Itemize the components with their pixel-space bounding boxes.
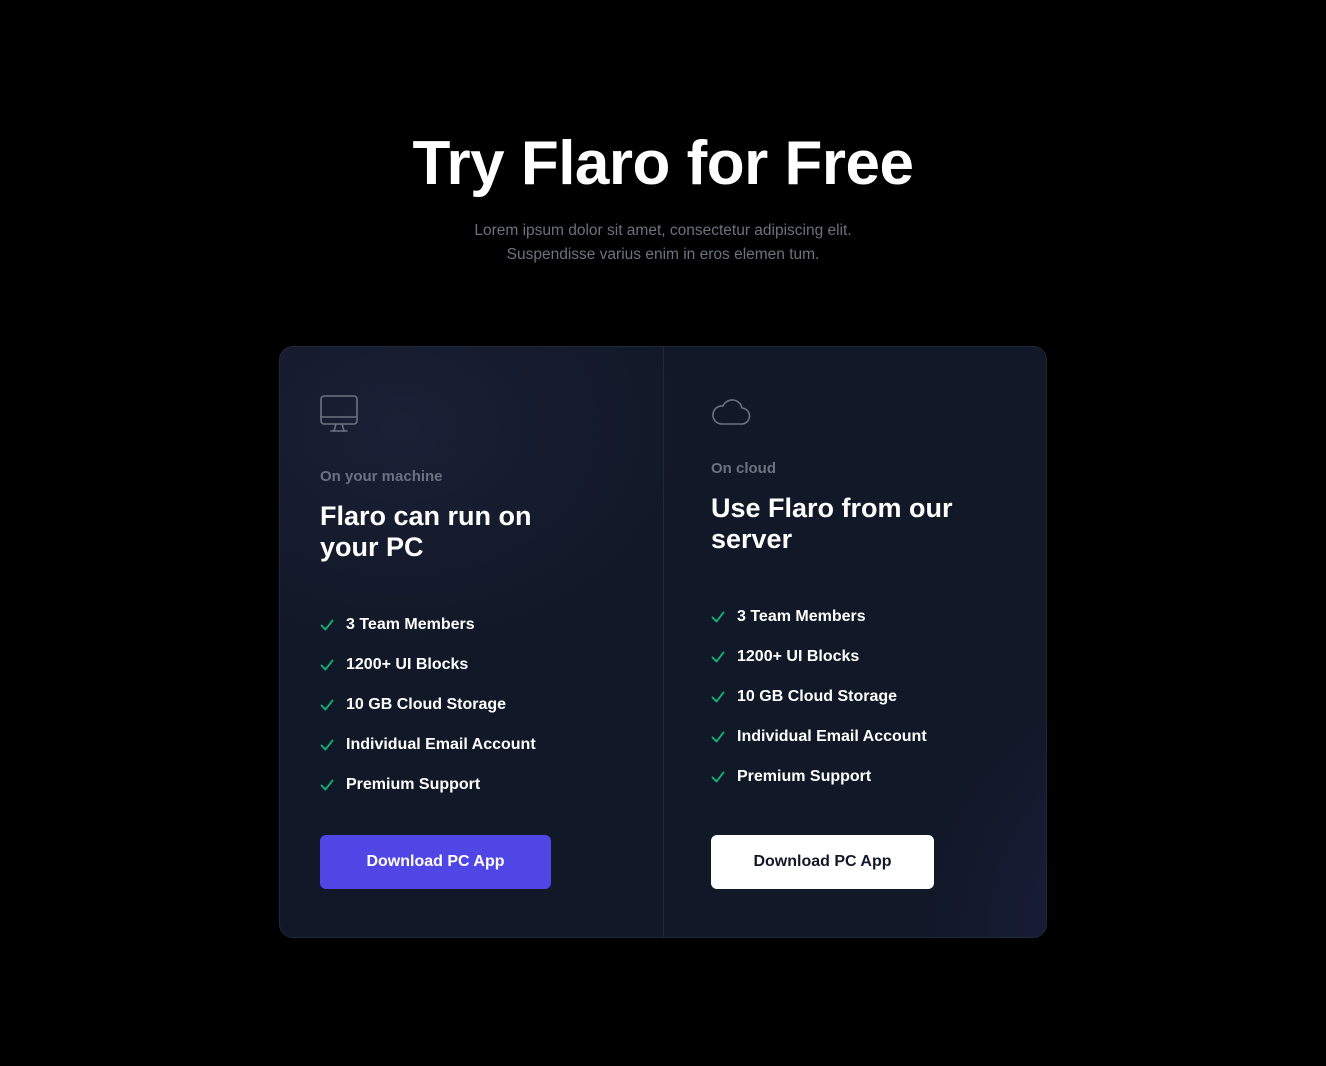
pricing-page: Try Flaro for Free Lorem ipsum dolor sit… [0,0,1326,1066]
feature-item: 1200+ UI Blocks [320,645,536,685]
check-icon [320,659,334,671]
feature-item: 10 GB Cloud Storage [320,685,536,725]
subtitle-line-2: Suspendisse varius enim in eros elemen t… [506,246,820,263]
check-icon [711,651,725,663]
feature-label: 1200+ UI Blocks [737,648,860,665]
feature-label: 10 GB Cloud Storage [737,688,898,705]
subtitle-line-1: Lorem ipsum dolor sit amet, consectetur … [474,222,852,239]
feature-item: 3 Team Members [320,605,536,645]
feature-item: 3 Team Members [711,597,927,637]
option-eyebrow: On your machine [320,468,443,485]
feature-label: 3 Team Members [737,608,866,625]
feature-label: 10 GB Cloud Storage [346,696,507,713]
cloud-icon [711,393,751,433]
option-title: Flaro can run on your PC [320,501,532,562]
feature-item: Premium Support [711,757,927,797]
check-icon [711,611,725,623]
check-icon [711,691,725,703]
check-icon [320,619,334,631]
feature-list: 3 Team Members 1200+ UI Blocks 10 GB Clo… [320,605,536,805]
page-title: Try Flaro for Free [412,129,914,198]
feature-item: Individual Email Account [320,725,536,765]
feature-label: 1200+ UI Blocks [346,656,469,673]
check-icon [320,779,334,791]
check-icon [320,739,334,751]
feature-label: Individual Email Account [346,736,536,753]
check-icon [711,771,725,783]
feature-label: Individual Email Account [737,728,927,745]
column-divider [663,347,664,937]
feature-label: 3 Team Members [346,616,475,633]
feature-item: 1200+ UI Blocks [711,637,927,677]
check-icon [711,731,725,743]
feature-label: Premium Support [737,768,872,785]
feature-item: Individual Email Account [711,717,927,757]
feature-item: Premium Support [320,765,536,805]
option-title: Use Flaro from our server [711,493,953,554]
download-pc-app-button[interactable]: Download PC App [711,835,934,889]
feature-item: 10 GB Cloud Storage [711,677,927,717]
options-card: On your machine Flaro can run on your PC… [279,346,1047,938]
feature-label: Premium Support [346,776,481,793]
page-subtitle: Lorem ipsum dolor sit amet, consectetur … [0,219,1326,267]
option-eyebrow: On cloud [711,460,776,477]
monitor-icon [320,394,360,434]
check-icon [320,699,334,711]
download-pc-app-button[interactable]: Download PC App [320,835,551,889]
feature-list: 3 Team Members 1200+ UI Blocks 10 GB Clo… [711,597,927,797]
